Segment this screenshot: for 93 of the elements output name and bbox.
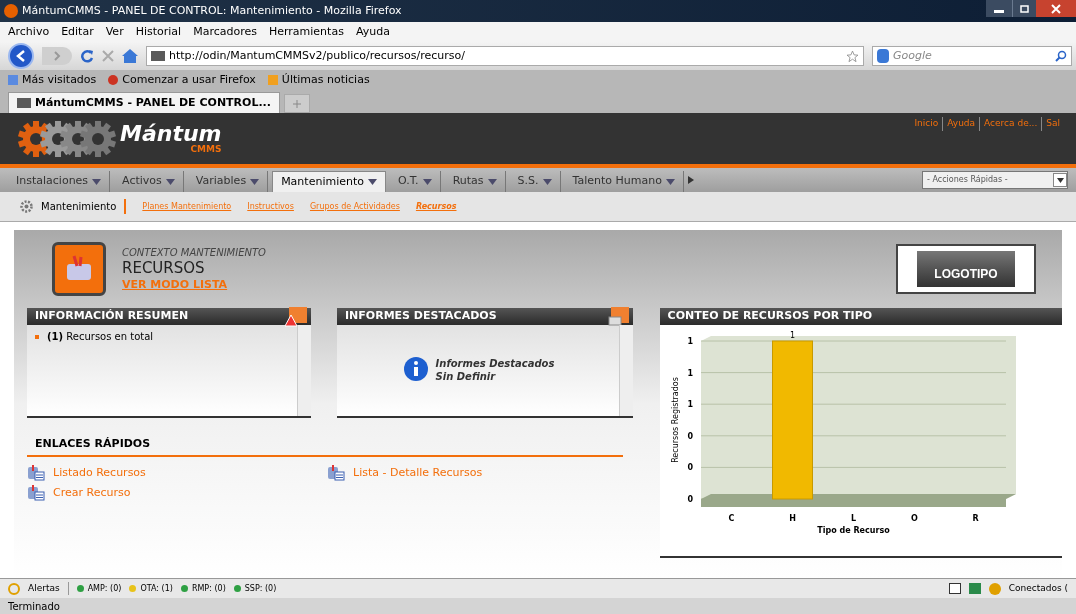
reports-message: Sin Definir — [435, 370, 497, 383]
quick-actions-select[interactable]: - Acciones Rápidas - — [922, 171, 1068, 189]
caret-icon — [250, 178, 260, 185]
close-icon — [1051, 3, 1061, 14]
caret-icon — [422, 178, 432, 185]
caret-icon — [665, 178, 675, 185]
app-logo-subtext: CMMS — [190, 145, 222, 154]
company-logo: LOGOTIPO — [917, 251, 1015, 287]
status-text: Terminado — [8, 599, 60, 614]
nav-tab[interactable]: Mantenimiento — [272, 171, 386, 192]
gear-icon — [20, 200, 33, 213]
bookmark-item[interactable]: Comenzar a usar Firefox — [122, 71, 256, 89]
back-button[interactable] — [8, 43, 34, 69]
data-label: 1 — [789, 331, 795, 340]
search-field[interactable]: Google — [872, 46, 1072, 66]
resource-list-icon — [27, 464, 45, 481]
panel-title: CONTEO DE RECURSOS POR TIPO — [667, 308, 873, 325]
bullet-icon — [35, 334, 39, 339]
scrollbar[interactable] — [297, 325, 311, 416]
caret-icon — [92, 178, 102, 185]
status-count[interactable]: OTA: (1) — [140, 582, 173, 595]
connected-label: Conectados ( — [1008, 581, 1068, 595]
caret-icon — [542, 178, 552, 185]
plus-icon — [292, 99, 301, 108]
reports-message: Informes Destacados — [435, 358, 555, 371]
header-link[interactable]: Ayuda — [942, 117, 976, 131]
y-tick-label: 1 — [687, 400, 693, 410]
app-logo-text: Mántum — [120, 123, 222, 145]
window-title: MántumCMMS - PANEL DE CONTROL: Mantenimiento - Mozilla Firefox — [22, 2, 403, 19]
menu-item[interactable]: Historial — [135, 23, 182, 41]
menu-item[interactable]: Ver — [105, 23, 124, 41]
resource-list-icon — [327, 464, 345, 481]
select-value: - Acciones Rápidas - — [927, 174, 1008, 186]
section-title: ENLACES RÁPIDOS — [35, 437, 151, 450]
address-text: http://odin/MantumCMMSv2/publico/recursos/recurso/ — [169, 47, 466, 64]
caret-icon — [487, 178, 497, 185]
alerts-label: Alertas — [28, 581, 69, 596]
resource-list-icon — [27, 485, 45, 502]
y-axis-title: Recursos Registrados — [670, 377, 680, 463]
menu-item[interactable]: Archivo — [8, 23, 50, 41]
dropdown-icon — [1053, 173, 1067, 187]
y-tick-label: 1 — [687, 337, 693, 346]
x-tick-label: C — [728, 514, 735, 523]
x-tick-label: L — [850, 514, 856, 523]
x-tick-label: O — [910, 514, 918, 523]
printer-folder-icon — [607, 306, 629, 327]
close-button[interactable] — [1036, 0, 1076, 17]
y-tick-label: 0 — [687, 495, 693, 504]
gears-logo-icon — [16, 118, 116, 159]
x-axis-title: Tipo de Recurso — [817, 526, 890, 535]
bookmark-icon — [267, 75, 278, 85]
caret-icon — [368, 179, 377, 185]
menu-item[interactable]: Herramientas — [268, 23, 344, 41]
panel-title: INFORMES DESTACADOS — [345, 308, 497, 325]
caret-icon — [165, 178, 175, 185]
restore-button[interactable] — [1012, 0, 1036, 17]
site-icon — [151, 51, 165, 61]
header-link[interactable]: Sal — [1041, 117, 1060, 131]
star-icon[interactable] — [846, 49, 859, 63]
more-arrow-icon[interactable] — [687, 176, 694, 184]
page-title: RECURSOS — [122, 259, 206, 278]
header-link[interactable]: Inicio — [914, 117, 939, 131]
x-tick-label: H — [788, 514, 796, 523]
reload-icon[interactable] — [80, 49, 94, 63]
summary-item: (1) Recursos en total — [47, 330, 154, 344]
context-label: CONTEXTO MANTENIMIENTO — [122, 246, 266, 259]
warning-folder-icon — [285, 306, 307, 327]
y-tick-label: 0 — [687, 431, 693, 441]
y-tick-label: 1 — [687, 368, 693, 378]
y-tick-label: 0 — [687, 463, 693, 473]
status-count[interactable]: AMP: (0) — [87, 582, 122, 595]
browser-tab[interactable]: MántumCMMS - PANEL DE CONTROL... — [8, 92, 280, 113]
menu-item[interactable]: Ayuda — [355, 23, 390, 41]
search-icon[interactable] — [1055, 50, 1067, 62]
menu-item[interactable]: Editar — [61, 23, 94, 41]
bookmark-icon — [8, 75, 18, 85]
menu-item[interactable]: Marcadores — [193, 23, 257, 41]
search-placeholder: Google — [893, 47, 933, 64]
subnav-title: Mantenimiento — [41, 199, 127, 214]
bookmark-item[interactable]: Más visitados — [22, 71, 97, 89]
header-link[interactable]: Acerca de... — [979, 117, 1038, 131]
status-count[interactable]: RMP: (0) — [191, 582, 226, 595]
restore-icon — [1019, 4, 1030, 13]
x-tick-label: R — [972, 514, 979, 523]
address-field[interactable]: http://odin/MantumCMMSv2/publico/recursos/recurso/ — [146, 46, 864, 66]
scrollbar[interactable] — [619, 325, 633, 416]
status-count[interactable]: SSP: (0) — [244, 582, 277, 595]
bookmark-icon — [108, 75, 119, 85]
bookmark-item[interactable]: Últimas noticias — [281, 71, 370, 89]
panel-title: INFORMACIÓN RESUMEN — [35, 308, 189, 325]
site-icon — [17, 98, 31, 108]
home-icon[interactable] — [122, 49, 138, 63]
minimize-button[interactable] — [986, 0, 1012, 17]
